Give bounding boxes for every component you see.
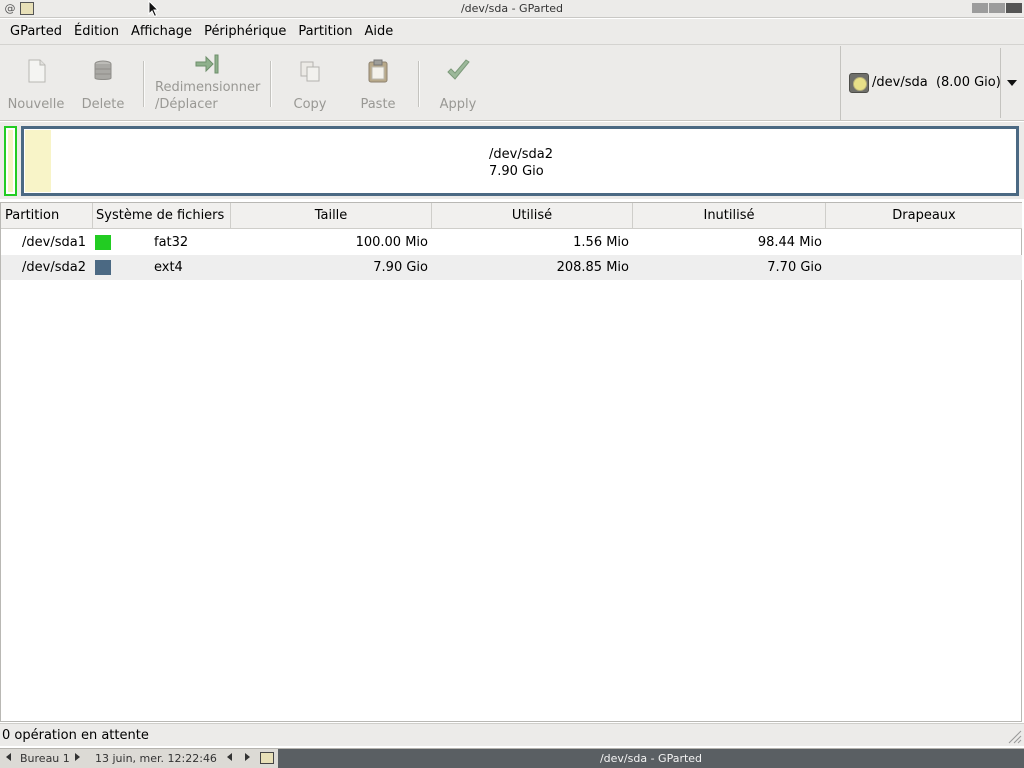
resize-move-icon bbox=[195, 54, 219, 74]
header-filesystem[interactable]: Système de fichiers bbox=[93, 203, 231, 229]
desktop-name[interactable]: Bureau 1 bbox=[20, 752, 70, 765]
cell-partition: /dev/sda2 bbox=[22, 260, 86, 275]
menu-bar: GParted Édition Affichage Périphérique P… bbox=[0, 19, 1024, 45]
used-space-bar bbox=[25, 130, 51, 192]
table-row[interactable]: /dev/sda1 fat32 100.00 Mio 1.56 Mio 98.4… bbox=[1, 230, 1022, 255]
apply-button[interactable]: Apply bbox=[430, 45, 486, 121]
task-window-icon bbox=[260, 752, 274, 764]
paste-icon bbox=[368, 59, 388, 83]
hard-disk-icon bbox=[849, 73, 869, 93]
new-button-label: Nouvelle bbox=[7, 97, 65, 112]
cell-unused: 98.44 Mio bbox=[757, 235, 822, 250]
chevron-down-icon[interactable] bbox=[1007, 80, 1017, 86]
copy-button[interactable]: Copy bbox=[284, 45, 336, 121]
header-used[interactable]: Utilisé bbox=[432, 203, 633, 229]
paste-button[interactable]: Paste bbox=[352, 45, 404, 121]
disk-map-partition-name: /dev/sda2 bbox=[489, 147, 553, 162]
next-desktop-icon[interactable] bbox=[75, 753, 80, 761]
close-button[interactable] bbox=[1006, 3, 1022, 13]
resize-grip-icon[interactable] bbox=[1006, 728, 1022, 744]
menu-gparted[interactable]: GParted bbox=[4, 24, 68, 39]
menu-aide[interactable]: Aide bbox=[359, 24, 400, 39]
partition-table: Partition Système de fichiers Taille Uti… bbox=[0, 202, 1022, 722]
clock[interactable]: 13 juin, mer. 12:22:46 bbox=[95, 752, 217, 765]
filesystem-color-swatch bbox=[95, 260, 111, 275]
prev-desktop-icon[interactable] bbox=[6, 753, 11, 761]
minimize-button[interactable] bbox=[972, 3, 988, 13]
delete-icon bbox=[94, 60, 112, 80]
menu-partition[interactable]: Partition bbox=[292, 24, 358, 39]
toolbar-separator bbox=[143, 61, 145, 107]
cell-size: 100.00 Mio bbox=[355, 235, 428, 250]
status-bar: 0 opération en attente bbox=[0, 723, 1024, 746]
header-size[interactable]: Taille bbox=[231, 203, 432, 229]
copy-icon bbox=[300, 61, 320, 82]
cell-used: 208.85 Mio bbox=[556, 260, 629, 275]
new-button[interactable]: Nouvelle bbox=[4, 45, 68, 121]
toolbar-separator bbox=[418, 61, 420, 107]
toolbar-separator bbox=[270, 61, 272, 107]
device-selector-divider bbox=[1000, 48, 1001, 118]
header-unused[interactable]: Inutilisé bbox=[633, 203, 826, 229]
cell-partition: /dev/sda1 bbox=[22, 235, 86, 250]
taskbar-panel: Bureau 1 13 juin, mer. 12:22:46 /dev/sda… bbox=[0, 748, 1024, 768]
menu-peripherique[interactable]: Périphérique bbox=[198, 24, 292, 39]
window-controls bbox=[972, 3, 1022, 13]
apply-button-label: Apply bbox=[439, 97, 477, 112]
resize-label-line1: Redimensionner bbox=[155, 80, 261, 95]
apply-checkmark-icon bbox=[447, 59, 470, 80]
resize-move-button[interactable]: Redimensionner /Déplacer bbox=[155, 45, 265, 121]
disk-map-partition-sda2[interactable]: /dev/sda2 7.90 Gio bbox=[21, 126, 1019, 196]
disk-map-partition-sda1[interactable] bbox=[4, 126, 17, 196]
header-partition[interactable]: Partition bbox=[1, 203, 93, 229]
table-header: Partition Système de fichiers Taille Uti… bbox=[1, 203, 1022, 229]
cell-used: 1.56 Mio bbox=[573, 235, 629, 250]
copy-button-label: Copy bbox=[293, 97, 327, 112]
disk-map: /dev/sda2 7.90 Gio bbox=[0, 122, 1024, 199]
device-selector[interactable]: /dev/sda (8.00 Gio) bbox=[840, 46, 1024, 120]
paste-button-label: Paste bbox=[360, 97, 396, 112]
header-flags[interactable]: Drapeaux bbox=[826, 203, 1022, 229]
new-document-icon bbox=[28, 59, 46, 83]
disk-map-partition-size: 7.90 Gio bbox=[489, 164, 544, 179]
next-task-icon[interactable] bbox=[245, 753, 250, 761]
filesystem-color-swatch bbox=[95, 235, 111, 250]
table-row[interactable]: /dev/sda2 ext4 7.90 Gio 208.85 Mio 7.70 … bbox=[1, 255, 1022, 280]
menu-affichage[interactable]: Affichage bbox=[125, 24, 198, 39]
delete-button-label: Delete bbox=[81, 97, 125, 112]
taskbar-task-gparted[interactable]: /dev/sda - GParted bbox=[278, 749, 1024, 768]
menu-edition[interactable]: Édition bbox=[68, 24, 125, 39]
cell-unused: 7.70 Gio bbox=[767, 260, 822, 275]
mouse-cursor-icon bbox=[148, 0, 160, 18]
resize-label-line2: /Déplacer bbox=[155, 97, 218, 112]
cell-filesystem: fat32 bbox=[154, 235, 189, 250]
delete-button[interactable]: Delete bbox=[74, 45, 132, 121]
cell-size: 7.90 Gio bbox=[373, 260, 428, 275]
device-label: /dev/sda (8.00 Gio) bbox=[872, 75, 1001, 90]
cell-filesystem: ext4 bbox=[154, 260, 183, 275]
prev-task-icon[interactable] bbox=[227, 753, 232, 761]
status-text: 0 opération en attente bbox=[2, 728, 149, 743]
maximize-button[interactable] bbox=[989, 3, 1005, 13]
